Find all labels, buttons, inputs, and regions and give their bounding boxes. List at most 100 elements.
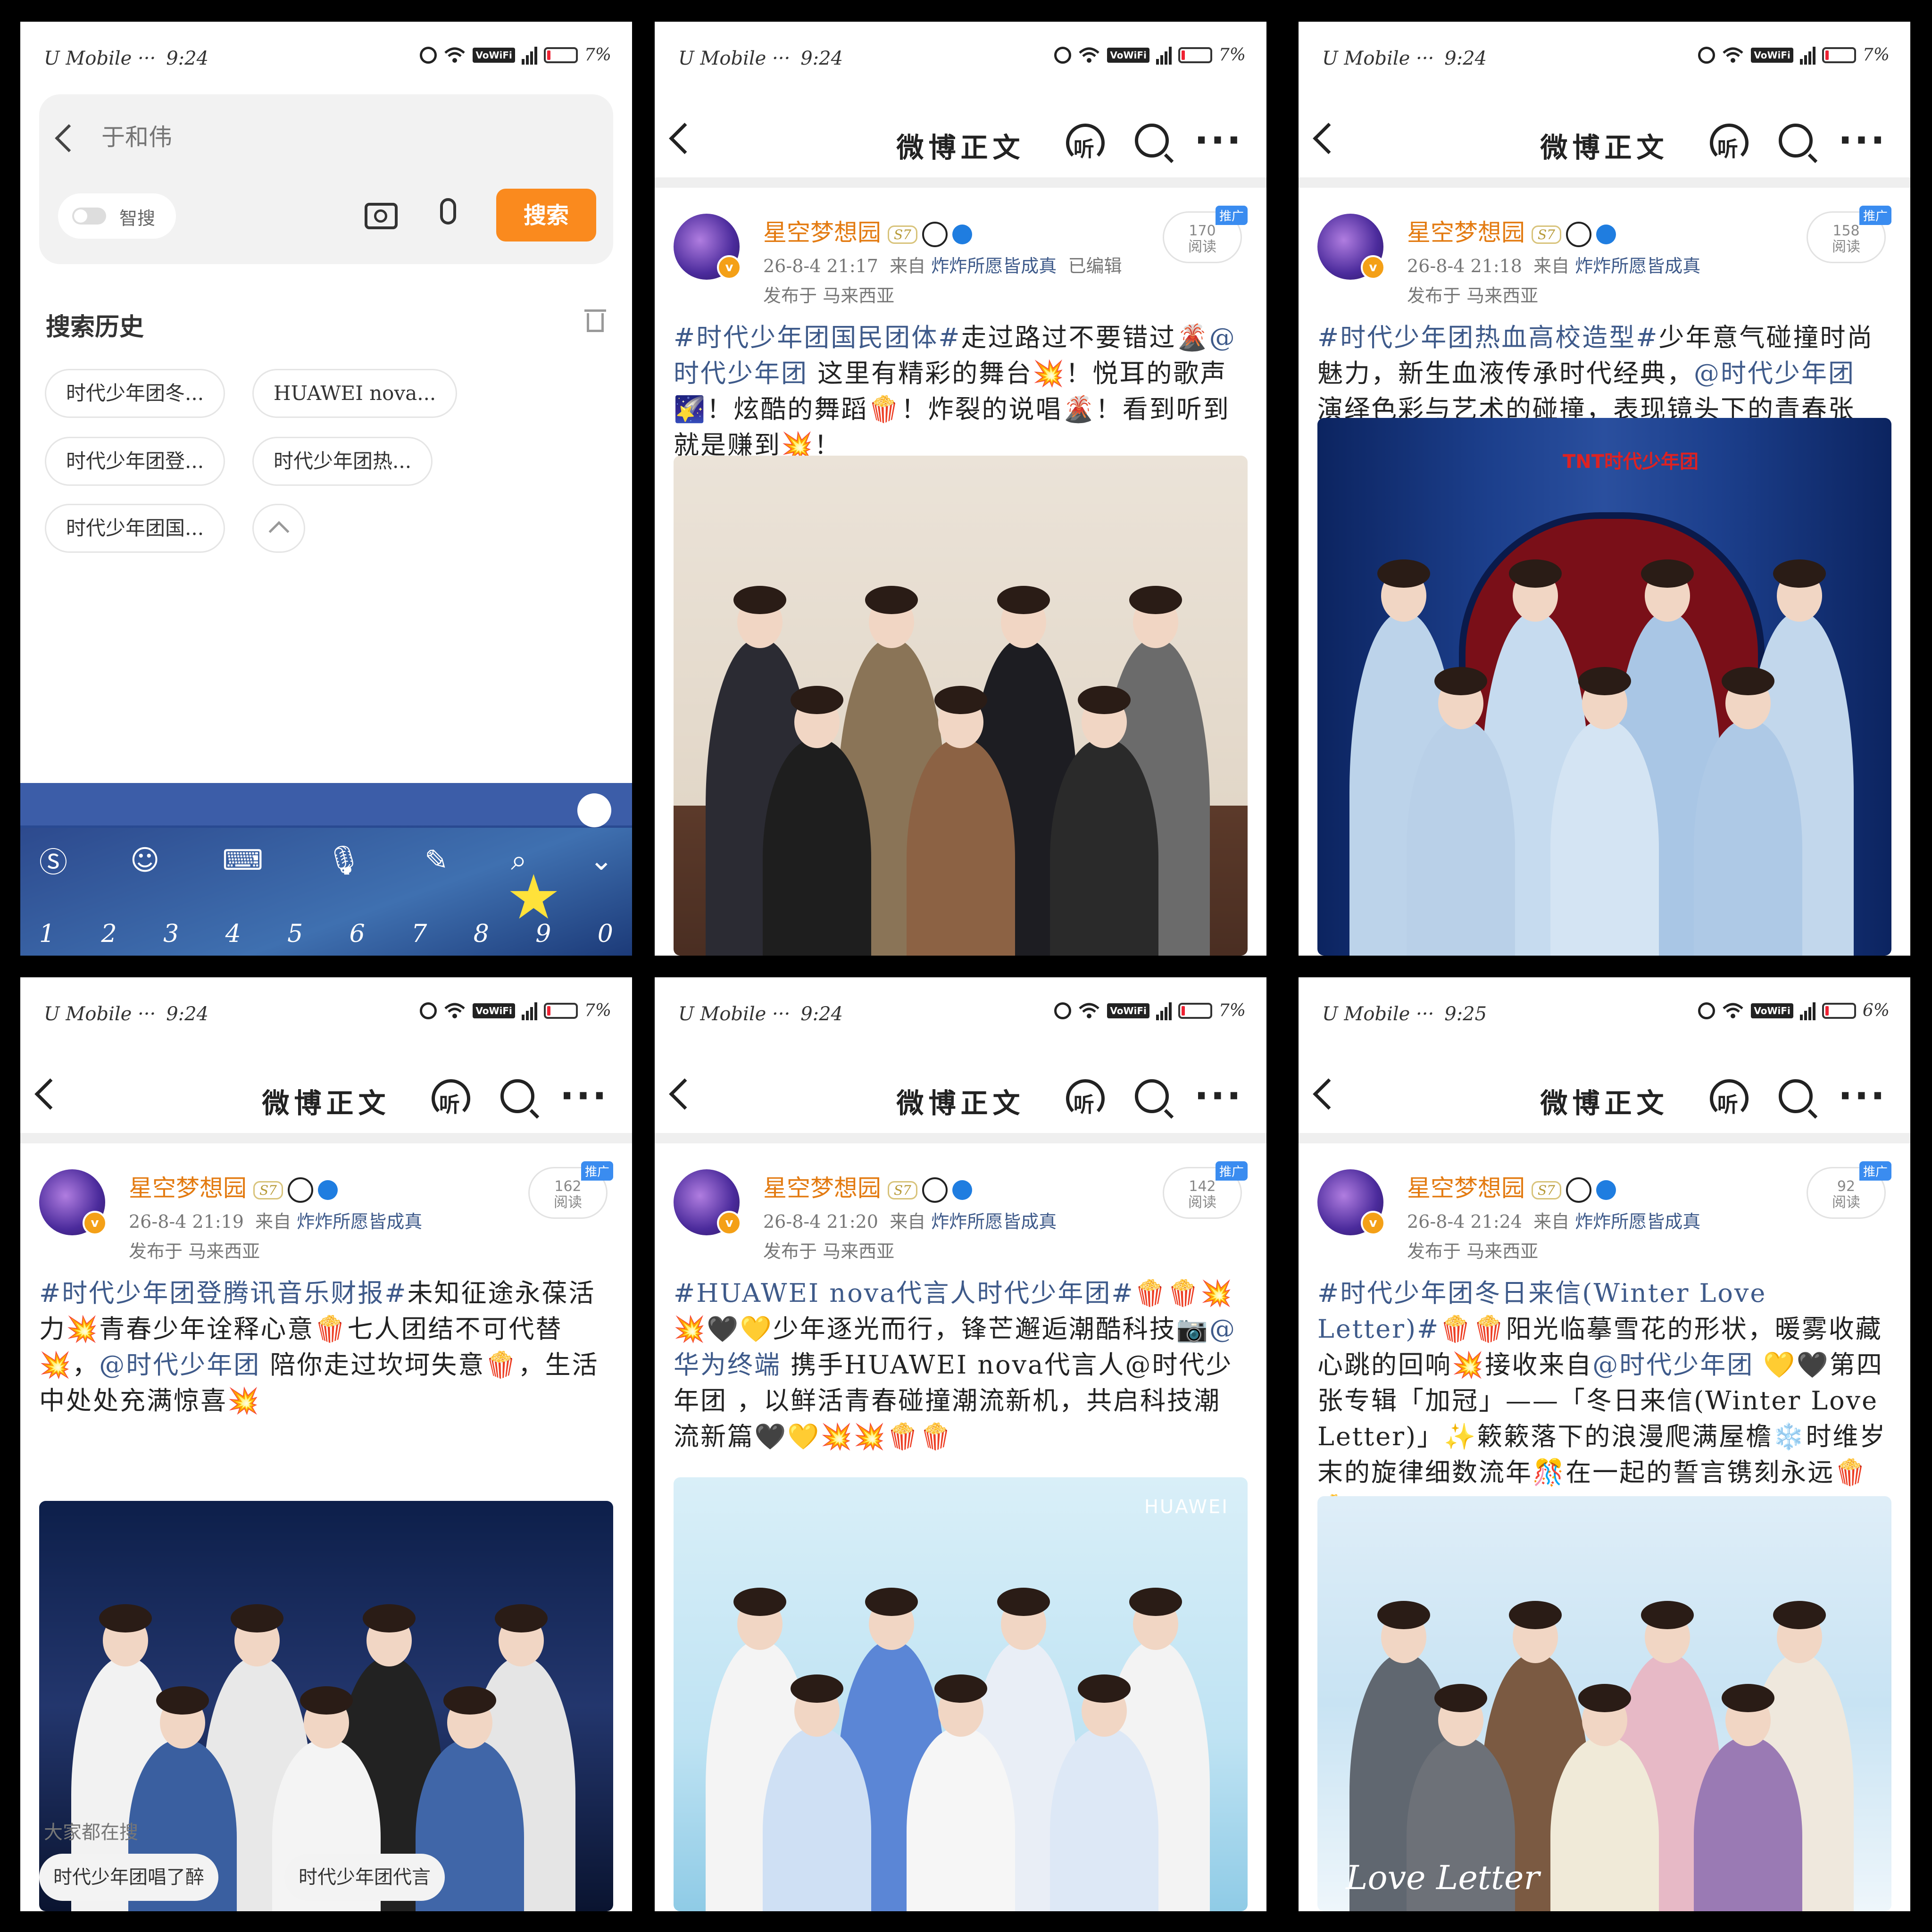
- search-icon[interactable]: [500, 1079, 534, 1113]
- post-photo[interactable]: [674, 456, 1248, 956]
- key-5[interactable]: 5: [287, 920, 303, 948]
- post-time: 26-8-4 21:18: [1407, 256, 1522, 276]
- trash-icon[interactable]: [584, 309, 606, 332]
- avatar[interactable]: v: [674, 214, 741, 280]
- avatar[interactable]: v: [39, 1169, 107, 1235]
- clock: 9:24: [1444, 48, 1487, 69]
- username[interactable]: 星空梦想园: [763, 219, 881, 246]
- trending-chip[interactable]: 时代少年团代言: [284, 1854, 445, 1901]
- key-3[interactable]: 3: [163, 920, 179, 948]
- listen-headphones-icon[interactable]: 听: [430, 1077, 475, 1118]
- key-8[interactable]: 8: [474, 920, 489, 948]
- listen-headphones-icon[interactable]: 听: [1708, 1077, 1753, 1118]
- microphone-icon[interactable]: [440, 198, 456, 225]
- hashtag-link[interactable]: #HUAWEI nova代言人时代少年团#: [674, 1278, 1134, 1308]
- carrier-label: U Mobile ···: [1322, 1003, 1434, 1025]
- back-icon[interactable]: [55, 124, 83, 152]
- more-icon[interactable]: ···: [1838, 1077, 1887, 1115]
- fox-mascot-icon[interactable]: [577, 793, 611, 827]
- listen-headphones-icon[interactable]: 听: [1708, 122, 1753, 162]
- camera-icon[interactable]: [365, 203, 398, 229]
- post-location: 发布于 马来西亚: [1407, 285, 1539, 306]
- key-2[interactable]: 2: [101, 920, 117, 948]
- collapse-chevron-up-icon[interactable]: [252, 504, 305, 553]
- search-icon[interactable]: [1134, 124, 1169, 158]
- post-meta: 26-8-4 21:18 来自 炸炸所愿皆成真: [1407, 251, 1712, 277]
- level-badge: S7: [888, 1181, 917, 1199]
- hashtag-link[interactable]: #时代少年团热血高校造型#: [1317, 323, 1659, 352]
- history-chip[interactable]: 时代少年团国...: [45, 504, 225, 553]
- history-chip[interactable]: 时代少年团冬...: [45, 369, 225, 418]
- status-bar: U Mobile ··· 9:24 VoWiFi 7%: [20, 22, 632, 97]
- weibo-post-screen: U Mobile ··· 9:25 VoWiFi 6% 微博正文 听 ··· v …: [1299, 977, 1910, 1911]
- key-7[interactable]: 7: [411, 920, 427, 948]
- key-0[interactable]: 0: [598, 920, 613, 948]
- mention-link[interactable]: @时代少年团: [1694, 358, 1855, 388]
- more-icon[interactable]: ···: [1194, 1077, 1243, 1115]
- post-source[interactable]: 炸炸所愿皆成真: [1575, 1211, 1700, 1232]
- divider: [20, 1133, 632, 1143]
- mention-link[interactable]: @时代少年团: [99, 1350, 260, 1380]
- search-input[interactable]: [100, 118, 433, 157]
- post-text: #时代少年团登腾讯音乐财报#未知征途永葆活力💥青春少年诠释心意🍿七人团结不可代替…: [39, 1275, 613, 1419]
- collapse-keyboard-icon[interactable]: ⌄: [590, 844, 613, 877]
- post-photo[interactable]: [39, 1501, 613, 1911]
- search-icon[interactable]: [1778, 1079, 1813, 1113]
- key-1[interactable]: 1: [39, 920, 55, 948]
- mention-link[interactable]: @时代少年团: [1592, 1350, 1754, 1380]
- username[interactable]: 星空梦想园: [1407, 219, 1525, 246]
- carrier-label: U Mobile ···: [44, 1003, 156, 1025]
- listen-headphones-icon[interactable]: 听: [1064, 122, 1109, 162]
- avatar[interactable]: v: [1317, 214, 1385, 280]
- more-icon[interactable]: ···: [1838, 122, 1887, 159]
- post-photo[interactable]: Love Letter: [1317, 1496, 1891, 1911]
- search-button[interactable]: 搜索: [496, 189, 596, 242]
- search-icon[interactable]: [1778, 124, 1813, 158]
- toggle-switch[interactable]: [72, 208, 106, 225]
- post-source[interactable]: 炸炸所愿皆成真: [931, 1211, 1057, 1232]
- history-chip[interactable]: 时代少年团热...: [252, 437, 433, 486]
- keyboard-icon[interactable]: ⌨: [222, 844, 263, 877]
- username[interactable]: 星空梦想园: [763, 1174, 881, 1202]
- smart-search-toggle[interactable]: 智搜: [58, 193, 176, 239]
- more-icon[interactable]: ···: [560, 1077, 608, 1115]
- wifi-icon: [1723, 1003, 1743, 1018]
- hashtag-link[interactable]: #时代少年团国民团体#: [674, 323, 961, 352]
- trending-chip[interactable]: 时代少年团唱了醉: [39, 1854, 218, 1901]
- sogou-logo-icon[interactable]: Ⓢ: [39, 840, 67, 881]
- post-source[interactable]: 炸炸所愿皆成真: [297, 1211, 422, 1232]
- wifi-icon: [444, 1003, 465, 1018]
- search-icon[interactable]: [1134, 1079, 1169, 1113]
- level-badge: S7: [253, 1181, 283, 1199]
- emoji-icon[interactable]: ☺: [130, 844, 160, 877]
- history-chip[interactable]: 时代少年团登...: [45, 437, 225, 486]
- alarm-icon: [420, 46, 437, 64]
- post-source[interactable]: 炸炸所愿皆成真: [1575, 256, 1700, 276]
- toggle-label: 智搜: [119, 208, 156, 229]
- post-photo[interactable]: TNT时代少年团: [1317, 418, 1891, 956]
- member-hair: [791, 686, 844, 714]
- wifi-icon: [444, 47, 465, 63]
- username[interactable]: 星空梦想园: [129, 1174, 247, 1202]
- avatar[interactable]: v: [674, 1169, 741, 1235]
- battery-icon: [1822, 47, 1856, 63]
- listen-headphones-icon[interactable]: 听: [1064, 1077, 1109, 1118]
- verified-icon: v: [717, 1211, 741, 1235]
- post-photo[interactable]: HUAWEI: [674, 1477, 1248, 1911]
- voice-input-icon[interactable]: 🎙: [326, 843, 362, 877]
- key-4[interactable]: 4: [225, 920, 241, 948]
- post-source[interactable]: 炸炸所愿皆成真: [931, 256, 1057, 276]
- hashtag-link[interactable]: #时代少年团登腾讯音乐财报#: [39, 1278, 408, 1308]
- avatar[interactable]: v: [1317, 1169, 1385, 1235]
- key-6[interactable]: 6: [350, 920, 365, 948]
- member-hair: [156, 1686, 209, 1715]
- vowifi-icon: VoWiFi: [1107, 1003, 1149, 1018]
- history-chip[interactable]: HUAWEI nova...: [252, 369, 458, 418]
- trending-label: 大家都在搜: [44, 1822, 138, 1843]
- username[interactable]: 星空梦想园: [1407, 1174, 1525, 1202]
- handwriting-icon[interactable]: ✎: [425, 844, 448, 877]
- promo-badge: 推广: [581, 1161, 613, 1181]
- status-bar: U Mobile ··· 9:24 VoWiFi 7%: [1299, 22, 1910, 97]
- member-hair: [733, 1588, 786, 1616]
- more-icon[interactable]: ···: [1194, 122, 1243, 159]
